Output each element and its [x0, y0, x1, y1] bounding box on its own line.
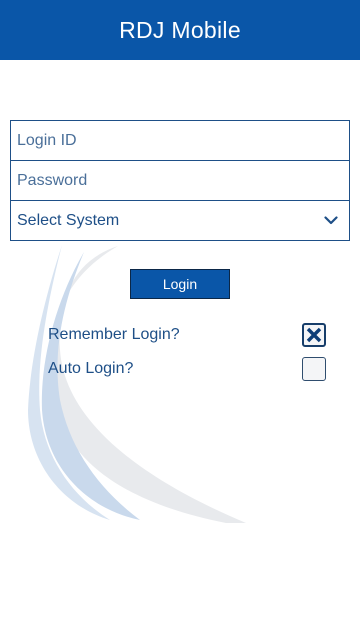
password-input[interactable]: [17, 171, 343, 190]
remember-login-label: Remember Login?: [48, 326, 180, 343]
logo-watermark: [28, 245, 246, 523]
system-select[interactable]: Select System: [10, 200, 350, 241]
login-id-field-container: [10, 120, 350, 161]
login-form: Select System: [10, 120, 350, 241]
app-title: RDJ Mobile: [119, 16, 241, 43]
auto-login-checkbox[interactable]: [302, 357, 326, 381]
system-select-label: Select System: [17, 211, 120, 229]
x-check-icon: [306, 327, 322, 343]
remember-login-row: Remember Login?: [48, 322, 326, 348]
auto-login-label: Auto Login?: [48, 360, 134, 377]
login-id-input[interactable]: [17, 131, 343, 150]
auto-login-row: Auto Login?: [48, 356, 326, 382]
remember-login-checkbox[interactable]: [302, 323, 326, 347]
chevron-down-icon: [323, 213, 339, 229]
login-button[interactable]: Login: [130, 269, 230, 299]
app-header: RDJ Mobile: [0, 0, 360, 60]
password-field-container: [10, 160, 350, 201]
login-screen: RDJ Mobile Select System Login Remember …: [0, 0, 360, 640]
